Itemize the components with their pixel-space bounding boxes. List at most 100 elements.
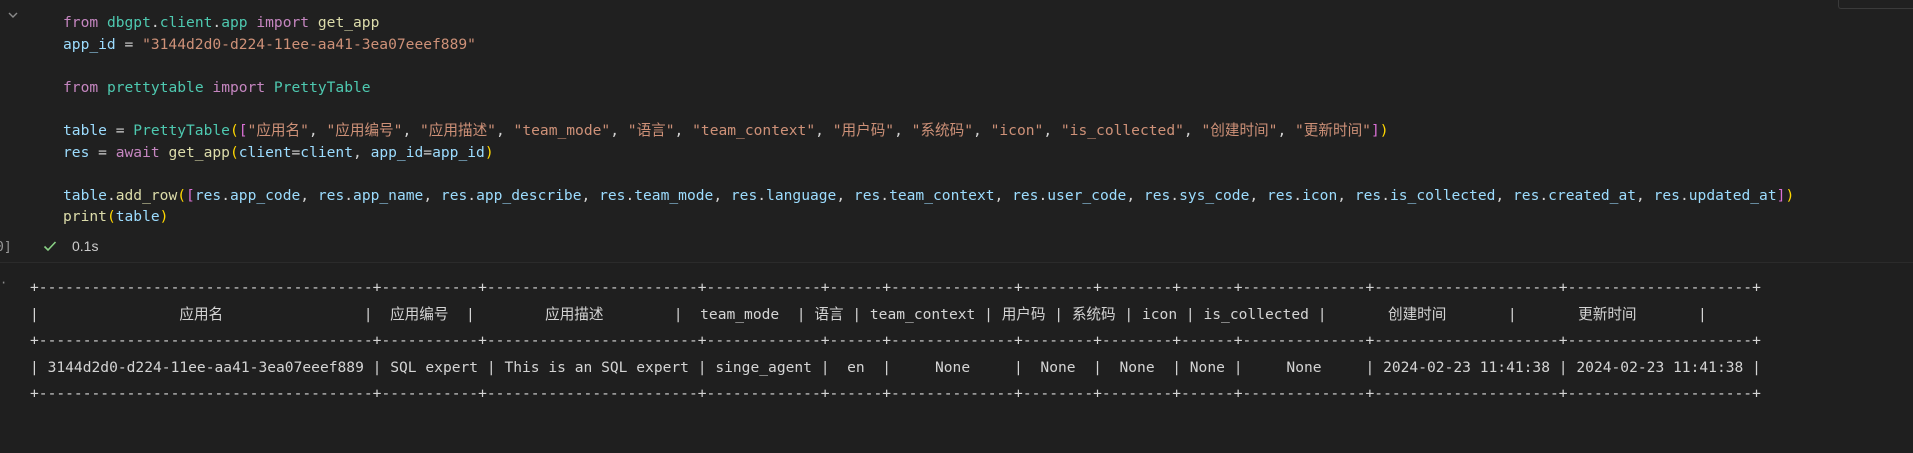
code-token: . [1293, 186, 1303, 204]
code-token: "应用名" [247, 121, 309, 139]
code-token: "应用编号" [326, 121, 403, 139]
code-token: . [1539, 186, 1549, 204]
code-token: res [1513, 186, 1540, 204]
output-marker: · [0, 276, 8, 290]
code-token: res [1012, 186, 1039, 204]
output-table-line: | 应用名 | 应用编号 | 应用描述 | team_mode | 语言 | t… [30, 305, 1707, 323]
code-token: ) [484, 143, 494, 161]
code-token: dbgpt [106, 14, 151, 31]
code-token: client [300, 143, 353, 161]
code-token: "更新时间" [1295, 121, 1371, 139]
code-token: . [757, 186, 767, 204]
code-token: = [115, 35, 143, 53]
output-table-line: +--------------------------------------+… [30, 332, 1761, 349]
code-token: . [1038, 186, 1048, 204]
code-token: , [1126, 186, 1144, 204]
code-token: , [1043, 121, 1061, 139]
code-token: ) [159, 208, 169, 226]
code-token: res [317, 186, 345, 204]
code-token: "创建时间" [1201, 121, 1278, 139]
code-token: . [1381, 186, 1390, 204]
code-token: . [880, 186, 890, 204]
code-token: res [599, 186, 626, 204]
code-token: ( [106, 208, 116, 226]
code-token: app_code [230, 186, 301, 204]
code-token: ( [229, 121, 239, 139]
code-token: ] [1370, 121, 1380, 139]
cell-toolbar-edge [1838, 0, 1913, 9]
code-token: = [106, 121, 134, 139]
code-line: table = PrettyTable(["应用名", "应用编号", "应用描… [63, 120, 1794, 142]
code-token: . [150, 14, 160, 31]
code-token: , [1183, 121, 1202, 139]
code-token: client [238, 143, 292, 161]
code-token: , [300, 186, 318, 204]
cell-output: +--------------------------------------+… [30, 275, 1761, 408]
code-editor[interactable]: from dbgpt.client.app import get_app app_… [63, 12, 1794, 228]
code-token: res [1354, 186, 1382, 204]
code-token: await [115, 143, 160, 161]
code-line: app_id = "3144d2d0-d224-11ee-aa41-3ea07e… [63, 34, 1794, 56]
code-token: client [159, 14, 213, 31]
code-token: app_id [370, 143, 424, 161]
output-table-line: +--------------------------------------+… [30, 279, 1761, 296]
code-token: , [353, 143, 371, 161]
code-line: from dbgpt.client.app import get_app [63, 12, 1794, 34]
code-token: , [1636, 186, 1654, 204]
code-token: . [212, 14, 222, 31]
code-token: , [973, 121, 991, 139]
code-token: "应用描述" [420, 121, 496, 139]
code-token: ( [177, 186, 187, 204]
code-token: from [63, 78, 99, 96]
code-token: [ [186, 186, 195, 204]
code-line: table.add_row([res.app_code, res.app_nam… [63, 185, 1794, 207]
code-token: = [423, 143, 433, 161]
code-token: app_describe [476, 186, 582, 204]
code-line: res = await get_app(client=client, app_i… [63, 142, 1794, 164]
code-token: . [1679, 186, 1689, 204]
code-token: is_collected [1389, 186, 1496, 204]
code-token: get_app [317, 14, 380, 31]
code-token: from [63, 14, 99, 31]
code-token: [ [238, 121, 248, 139]
code-token: app_id [432, 143, 485, 161]
code-token: "系统码" [911, 121, 974, 139]
output-table-line: +--------------------------------------+… [30, 385, 1761, 402]
code-token: = [291, 143, 301, 161]
code-token: res [440, 186, 468, 204]
code-token: res [1266, 186, 1294, 204]
check-icon [42, 238, 58, 254]
code-token: "is_collected" [1060, 121, 1184, 139]
code-token: "用户码" [832, 121, 895, 139]
code-token: PrettyTable [273, 78, 371, 96]
code-token: . [344, 186, 354, 204]
execution-time: 0.1s [72, 238, 99, 254]
code-line: print(table) [63, 206, 1794, 228]
code-token: res [194, 186, 222, 204]
code-token: table [63, 186, 107, 204]
code-token: team_context [889, 186, 995, 204]
output-table-line: | 3144d2d0-d224-11ee-aa41-3ea07eeef889 |… [30, 358, 1761, 376]
code-token: ) [1379, 121, 1389, 139]
code-token: res [730, 186, 758, 204]
code-token: , [713, 186, 731, 204]
code-token: user_code [1047, 186, 1127, 204]
code-token: table [115, 208, 160, 226]
code-token: , [495, 121, 514, 139]
code-token: , [402, 121, 421, 139]
code-token: prettytable [106, 78, 204, 96]
notebook-code-cell[interactable]: from dbgpt.client.app import get_app app_… [0, 0, 1913, 263]
code-token: sys_code [1179, 186, 1250, 204]
code-token: , [994, 186, 1013, 204]
code-token: created_at [1548, 186, 1637, 204]
code-token: res [1143, 186, 1171, 204]
code-token: ) [1785, 186, 1795, 204]
code-token: , [423, 186, 441, 204]
collapse-chevron-icon[interactable] [6, 7, 20, 21]
code-token: get_app [168, 143, 230, 161]
code-token: icon [1302, 186, 1338, 204]
